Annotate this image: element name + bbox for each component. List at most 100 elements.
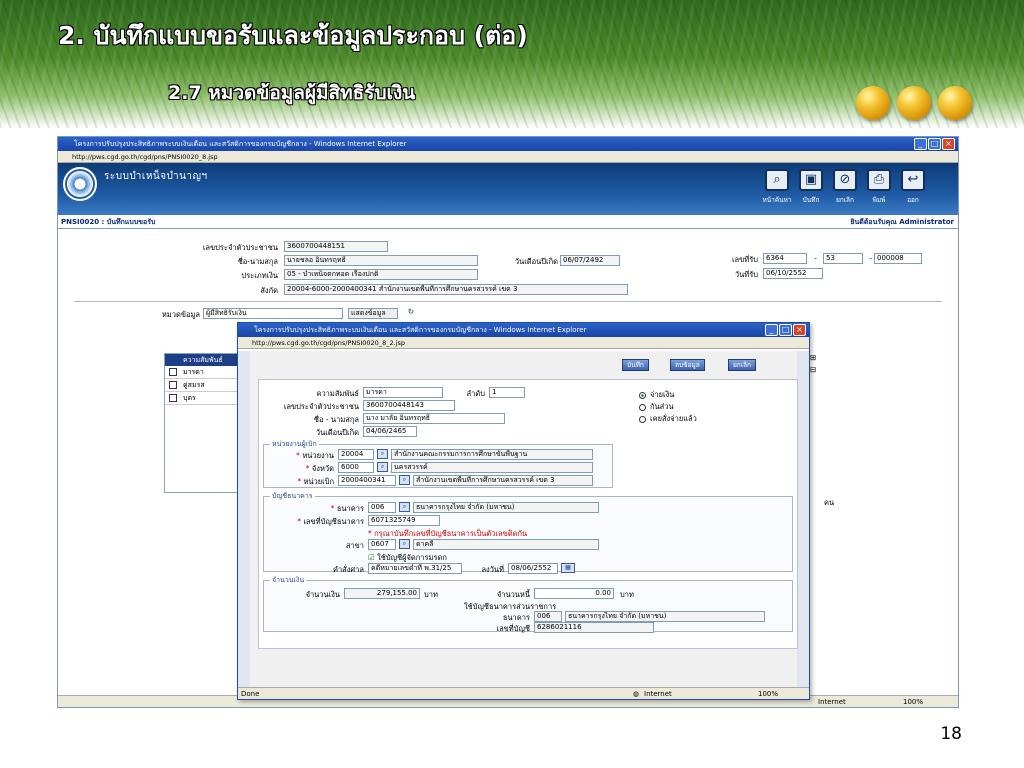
lookup-icon[interactable]: ⌕ [399,539,410,549]
pname-field[interactable]: นาง มาลัย อินทรฤทธิ์ [363,413,505,424]
exit-icon[interactable]: ↩ [901,169,925,191]
order-field[interactable]: 1 [489,387,525,398]
lookup-icon[interactable]: ⌕ [377,462,388,472]
close-icon[interactable]: × [793,324,806,336]
acct-field[interactable]: 6071325749 [368,515,440,526]
birth-field: 06/07/2492 [560,255,620,266]
radio-pay[interactable]: จ่ายเงิน [639,389,674,401]
popup-status-done: Done [241,690,260,698]
relation-field[interactable]: มารดา [363,387,443,398]
recv-no-label: เลขที่รับ [731,255,758,264]
unit-fieldset: หน่วยงานผู้เบิก * หน่วยงาน 20004 ⌕ สำนัก… [263,439,613,488]
page-number: 18 [940,724,962,744]
search-doc-icon[interactable]: ⌕ [765,169,789,191]
maximize-icon[interactable]: □ [779,324,792,336]
show-data-button[interactable]: แสดงข้อมูล [348,308,398,319]
popup-delete-button[interactable]: ลบข้อมูล [670,359,705,371]
recv-no-field-2[interactable]: 53 [823,253,863,264]
toolbar-label-exit[interactable]: ออก [893,195,933,205]
minimize-icon[interactable]: _ [765,324,778,336]
checkbox-checked-icon[interactable]: ☑ [368,553,377,562]
radio-off-icon[interactable] [639,403,646,411]
minimize-icon[interactable]: _ [914,138,927,150]
radio-pay-label: จ่ายเงิน [650,390,675,399]
popup-address-bar[interactable]: http://pws.cgd.go.th/cgd/pns/PNSI0020_8_… [238,337,809,349]
court-field[interactable]: คดีหมายเลขดำที่ พ.31/25 [368,563,462,574]
welcome-text: ยินดีต้อนรับคุณ Administrator [850,218,954,226]
popup-body: บันทึก ลบข้อมูล ยกเลิก ความสัมพันธ์ มารด… [238,351,809,687]
category-label: หมวดข้อมูล [161,310,200,319]
agency-label: หน่วยงาน [302,451,334,460]
close-icon[interactable]: × [942,138,955,150]
date-field[interactable]: 08/06/2552 [508,563,558,574]
bank-name-field: ธนาคารกรุงไทย จำกัด (มหาชน) [413,502,599,513]
print-icon[interactable]: ⎙ [867,169,891,191]
dash-2: - [869,254,872,263]
paytype-field: 05 - บำเหน็จตกทอด เรื่องปกติ [284,269,478,280]
slide-subtitle: 2.7 หมวดข้อมูลผู้มีสิทธิรับเงิน [168,82,416,104]
checkbox-icon[interactable] [169,394,177,402]
name-field: นายชลอ อินทรฤทธิ์ [284,255,478,266]
id-label: เลขประจำตัวประชาชน [202,243,278,252]
calendar-icon[interactable]: ▦ [561,563,575,573]
recv-no-field-3[interactable]: 000008 [874,253,922,264]
grid-row-label: มารดา [183,368,204,376]
agency-name-field: สำนักงานคณะกรรมการการศึกษาขั้นพื้นฐาน [391,449,593,460]
checkbox-icon[interactable] [169,368,177,376]
decor-ball-icon [856,86,890,120]
money-fieldset: จำนวนเงิน จำนวนเงิน 279,155.00 บาท จำนวน… [263,575,793,633]
office-field: 20004-6000-2000400341 สำนักงานเขตพื้นที่… [284,284,628,295]
slide-title: 2. บันทึกแบบขอรับและข้อมูลประกอบ (ต่อ) [58,21,528,50]
category-select[interactable]: ผู้มีสิทธิรับเงิน [203,308,343,319]
pname-label: ชื่อ - นามสกุล [313,415,359,424]
bank-label: ธนาคาร [336,504,364,513]
decor-ball-icon [897,86,931,120]
popup-status-zoom[interactable]: 100% [758,688,778,700]
birth-label: วันเดือนปีเกิด [514,257,558,266]
maximize-icon[interactable]: □ [928,138,941,150]
browser-title-bar: โครงการปรับปรุงประสิทธิภาพระบบเงินเดือน … [58,137,958,151]
owe-field[interactable]: 0.00 [534,588,614,599]
radio-reserve[interactable]: กันส่วน [639,401,674,413]
app-header: ระบบบำเหน็จบำนาญฯ ⌕ ▣ ⊘ ⎙ ↩ หน้าค้นหา บั… [58,163,958,215]
radio-off-icon[interactable] [639,415,646,423]
disb-code-field[interactable]: 2000400341 [338,475,396,486]
recv-no-field-1[interactable]: 6364 [763,253,807,264]
address-bar[interactable]: http://pws.cgd.go.th/cgd/pns/PNSI0020_8.… [58,151,958,163]
lookup-icon[interactable]: ⌕ [399,502,410,512]
grid-row-label: บุตร [183,394,196,402]
cancel-icon[interactable]: ⊘ [833,169,857,191]
popup-save-button[interactable]: บันทึก [622,359,649,371]
lookup-icon[interactable]: ⌕ [377,449,388,459]
amount-field: 279,155.00 [344,588,420,599]
pbirth-field[interactable]: 04/06/2465 [363,426,417,437]
province-code-field[interactable]: 6000 [338,462,374,473]
popup-title-bar: โครงการปรับปรุงประสิทธิภาพระบบเงินเดือน … [238,323,809,337]
office-label: สังกัด [260,286,278,295]
heir-check-label: ใช้บัญชีผู้จัดการมรดก [377,553,447,562]
refresh-icon[interactable]: ↻ [404,307,414,316]
bank-code-field[interactable]: 006 [368,502,396,513]
checkbox-icon[interactable] [169,381,177,389]
popup-cancel-button[interactable]: ยกเลิก [728,359,756,371]
form-code-bar: PNSI0020 : บันทึกแบบขอรับ ยินดีต้อนรับคุณ… [58,215,958,229]
form-code-title: PNSI0020 : บันทึกแบบขอรับ [61,218,156,226]
decor-ball-icon [938,86,972,120]
main-status-zoom: 100% [903,698,924,706]
owe-label: จำนวนหนี้ [496,590,530,599]
gacct-label: เลขที่บัญชี [496,624,530,633]
pid-label: เลขประจำตัวประชาชน [283,402,359,411]
amount-baht: บาท [424,590,438,599]
pid-field[interactable]: 3600700448143 [363,400,455,411]
agency-code-field[interactable]: 20004 [338,449,374,460]
dash-1: - [814,254,817,263]
radio-paid[interactable]: เคยสั่งจ่ายแล้ว [639,413,697,425]
lookup-icon[interactable]: ⌕ [399,475,410,485]
unit-person: คน [824,498,835,507]
branch-code-field[interactable]: 0607 [368,539,396,550]
save-icon[interactable]: ▣ [799,169,823,191]
add-row-icon[interactable]: ⊞ [810,353,836,362]
radio-on-icon[interactable] [639,391,646,399]
remove-row-icon[interactable]: ⊟ [810,365,836,374]
recv-date-field[interactable]: 06/10/2552 [763,268,823,279]
